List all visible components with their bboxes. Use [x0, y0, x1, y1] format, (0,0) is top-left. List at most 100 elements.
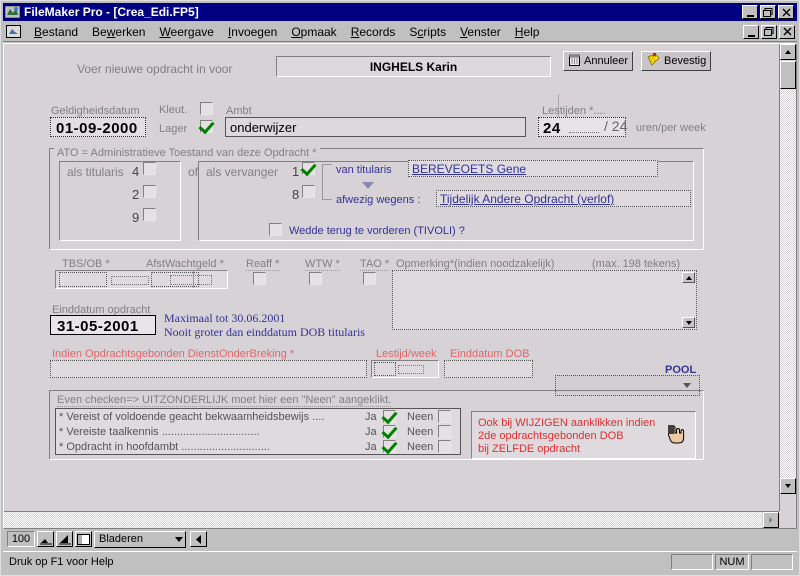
einddatum-opdracht-value: 31-05-2001: [57, 318, 139, 335]
van-titularis-label: van titularis: [336, 164, 392, 176]
mode-selector[interactable]: Bladeren: [94, 530, 186, 548]
titularis-checkbox-2[interactable]: [143, 185, 156, 198]
checklist-row-2-ja-checkbox[interactable]: [383, 425, 396, 438]
opmerking-field[interactable]: [392, 270, 697, 330]
checklist-row-2-neen-label: Neen: [407, 426, 434, 438]
vervanger-code-8: 8: [292, 187, 300, 202]
scroll-right-button[interactable]: [763, 512, 779, 528]
checklist-row-2-ja-label: Ja: [365, 426, 377, 438]
afwezig-wegens-value: Tijdelijk Andere Opdracht (verlof): [440, 192, 615, 206]
menu-item-bestand[interactable]: BBestandestand: [27, 23, 85, 41]
chevron-down-icon: [683, 383, 691, 388]
checklist-row-1-ja-checkbox[interactable]: [383, 410, 396, 423]
menu-item-help[interactable]: Help: [508, 23, 547, 41]
scroll-up-icon[interactable]: [682, 272, 695, 283]
checklist-row-3-neen-label: Neen: [407, 441, 434, 453]
horizontal-scroll-track[interactable]: [4, 512, 762, 528]
zoom-level-display: 100: [7, 531, 35, 547]
vertical-scroll-track[interactable]: [780, 61, 796, 478]
mode-selector-value: Bladeren: [99, 533, 144, 545]
afwezig-wegens-label: afwezig wegens :: [336, 194, 421, 206]
pointing-hand-icon[interactable]: [667, 424, 687, 451]
lager-checkbox[interactable]: [200, 120, 213, 133]
zoom-out-icon[interactable]: [37, 531, 54, 547]
warning-line-3: bij ZELFDE opdracht: [478, 443, 581, 455]
vertical-scrollbar[interactable]: [779, 44, 796, 511]
filemaker-pro-window: FileMaker Pro - [Crea_Edi.FP5] BBestande…: [0, 0, 800, 576]
chevron-down-icon: [175, 536, 183, 542]
dob-lestijd-field[interactable]: [374, 362, 396, 376]
scroll-down-button[interactable]: [780, 478, 796, 494]
checklist-row-3-ja-label: Ja: [365, 441, 377, 453]
lager-label: Lager: [159, 123, 188, 135]
ambt-field[interactable]: onderwijzer: [225, 117, 526, 137]
kleuter-checkbox[interactable]: [200, 102, 213, 115]
dob-einddatum-field[interactable]: [444, 360, 533, 378]
vervanger-checkbox-8[interactable]: [302, 185, 315, 198]
horizontal-scrollbar[interactable]: [4, 511, 779, 528]
tao-checkbox[interactable]: [363, 272, 376, 285]
cancel-button-label: Annuleer: [584, 55, 629, 67]
lestijden-divider: / 24: [604, 118, 628, 134]
scroll-up-button[interactable]: [780, 44, 796, 60]
dob-lestijd-group: [371, 360, 439, 378]
wtw-checkbox[interactable]: [309, 272, 322, 285]
ato-section-title: ATO = Administratieve Toestand van deze …: [57, 147, 317, 159]
wedde-tivoli-checkbox[interactable]: [269, 223, 282, 236]
checklist-row-3-text: * Opdracht in hoofdambt ................…: [59, 441, 270, 453]
dob-lestijd-field-2[interactable]: [398, 365, 424, 374]
close-button[interactable]: [778, 5, 794, 19]
document-window: Annuleer Bevestig Voer nieuwe opdracht i…: [3, 43, 797, 529]
van-titularis-field[interactable]: BEREVEOETS Gene: [408, 160, 658, 177]
checklist-row-1-text: * Vereist of voldoende geacht bekwaamhei…: [59, 411, 325, 423]
checklist-row-3-neen-checkbox[interactable]: [438, 440, 451, 453]
lestijden-extra-field[interactable]: [569, 124, 599, 133]
confirm-button[interactable]: Bevestig: [641, 51, 711, 71]
scroll-down-icon[interactable]: [682, 317, 695, 328]
menu-item-venster[interactable]: Venster: [453, 23, 508, 41]
einddatum-opdracht-field[interactable]: 31-05-2001: [50, 315, 156, 335]
menu-bar: BBestandestand Bewerken Weergave Invoege…: [3, 22, 797, 42]
document-minimize-button[interactable]: [743, 24, 759, 39]
vervanger-checkbox-1[interactable]: [302, 162, 315, 175]
restore-button[interactable]: [760, 5, 776, 19]
zoom-in-icon[interactable]: [56, 531, 73, 547]
geldigheidsdatum-value: 01-09-2000: [56, 120, 138, 137]
menu-item-scripts[interactable]: Scripts: [402, 23, 453, 41]
status-pane-blank-1: [671, 553, 713, 570]
toggle-statusarea-icon[interactable]: [75, 531, 92, 547]
dob-field[interactable]: [50, 360, 367, 378]
tbsob-field[interactable]: [59, 272, 107, 287]
titularis-checkbox-4[interactable]: [143, 162, 156, 175]
menu-item-opmaak[interactable]: Opmaak: [284, 23, 343, 41]
status-pane-blank-2: [751, 553, 793, 570]
wtw-label: WTW *: [305, 258, 340, 271]
menu-item-records[interactable]: Records: [344, 23, 403, 41]
titularis-checkbox-9[interactable]: [143, 208, 156, 221]
afwezig-wegens-field[interactable]: Tijdelijk Andere Opdracht (verlof): [436, 190, 691, 207]
checklist-row-3-ja-checkbox[interactable]: [383, 440, 396, 453]
book-left-icon[interactable]: [190, 531, 207, 547]
wedde-tivoli-label: Wedde terug te vorderen (TIVOLI) ?: [289, 225, 465, 237]
checklist-row-2-neen-checkbox[interactable]: [438, 425, 451, 438]
menu-item-bewerken[interactable]: Bewerken: [85, 23, 152, 41]
menu-item-invoegen[interactable]: Invoegen: [221, 23, 284, 41]
menu-item-weergave[interactable]: Weergave: [152, 23, 220, 41]
checklist-row-1-neen-checkbox[interactable]: [438, 410, 451, 423]
geldigheidsdatum-field[interactable]: 01-09-2000: [50, 117, 146, 137]
cancel-button[interactable]: Annuleer: [563, 51, 633, 71]
als-vervanger-label: als vervanger: [206, 165, 279, 179]
document-restore-button[interactable]: [761, 24, 777, 39]
minimize-button[interactable]: [742, 5, 758, 19]
afstwachtgeld-field-2[interactable]: [170, 275, 212, 285]
confirm-button-label: Bevestig: [664, 55, 707, 67]
checklist-heading: Even checken=> UITZONDERLIJK moet hier e…: [57, 394, 392, 407]
person-name-field[interactable]: INGHELS Karin: [276, 56, 551, 77]
vertical-scroll-thumb[interactable]: [780, 61, 796, 89]
chevron-down-icon[interactable]: [362, 182, 374, 189]
opmerking-label: Opmerking*(indien noodzakelijk): [396, 258, 555, 270]
document-close-button[interactable]: [779, 24, 795, 39]
tbsob-field-2[interactable]: [111, 276, 149, 285]
document-control-icon[interactable]: [5, 23, 23, 40]
reaff-checkbox[interactable]: [253, 272, 266, 285]
